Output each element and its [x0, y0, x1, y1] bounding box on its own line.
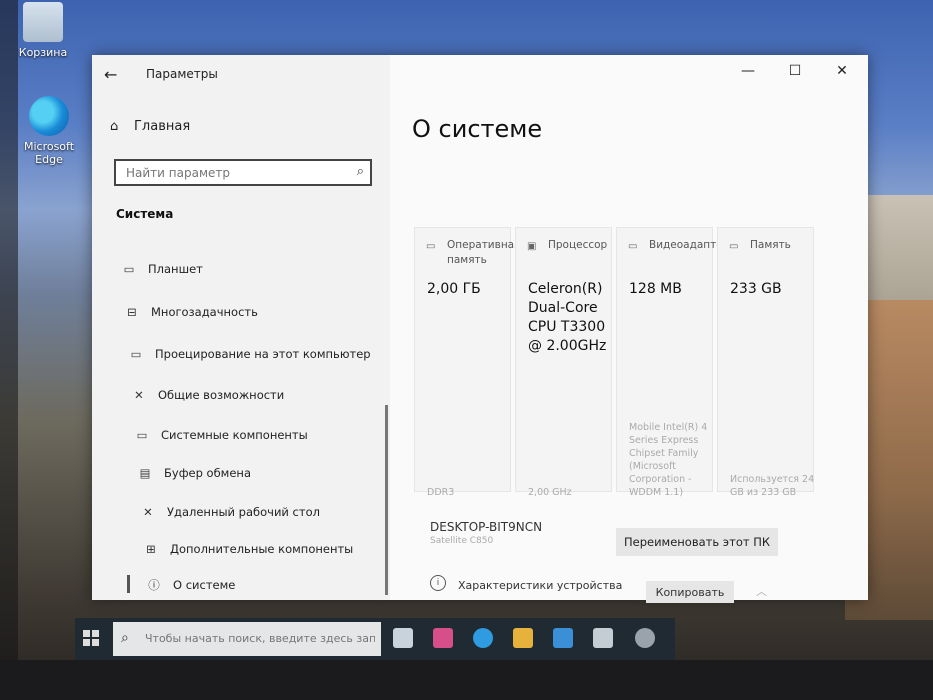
search-icon[interactable]: ⌕	[357, 164, 364, 179]
settings-gear-icon[interactable]	[635, 628, 655, 648]
home-icon: ⌂	[110, 119, 119, 134]
storage-icon: ▭	[729, 241, 739, 252]
card-title-wrap: ▭ Память	[729, 238, 812, 253]
info-icon: i	[430, 575, 446, 591]
sidebar-item-label: Многозадачность	[151, 305, 258, 319]
screen-bezel-bottom	[0, 660, 933, 700]
sidebar-item-projecting[interactable]: ▭ Проецирование на этот компьютер	[127, 347, 371, 361]
settings-search: ⌕	[114, 159, 372, 186]
clipboard-icon: ▤	[139, 466, 151, 480]
page-title: О системе	[412, 115, 543, 143]
card-title-wrap: ▣ Процессор	[527, 238, 610, 253]
device-specs-label: Характеристики устройства	[458, 579, 623, 592]
back-button[interactable]: ←	[104, 65, 117, 84]
sidebar-item-shared-experiences[interactable]: ✕ Общие возможности	[130, 388, 284, 402]
projecting-icon: ▭	[130, 347, 142, 361]
remote-desktop-icon: ✕	[143, 505, 153, 519]
card-value: 233 GB	[730, 281, 782, 297]
sidebar-item-label: Удаленный рабочий стол	[167, 505, 320, 519]
rename-pc-button[interactable]: Переименовать этот ПК	[616, 528, 778, 556]
card-title: Процессор	[548, 239, 608, 251]
card-value: 2,00 ГБ	[427, 281, 481, 297]
sidebar-item-remote-desktop[interactable]: ✕ Удаленный рабочий стол	[139, 505, 320, 519]
home-label: Главная	[134, 119, 191, 134]
spec-card-cpu: ▣ Процессор Celeron(R) Dual-Core CPU T330…	[515, 227, 612, 498]
sidebar-item-label: Проецирование на этот компьютер	[155, 347, 371, 361]
sidebar-item-label: О системе	[173, 578, 236, 592]
arrow-left-icon: ←	[104, 65, 118, 84]
card-title: Память	[750, 239, 791, 251]
search-input[interactable]	[124, 165, 348, 181]
card-note: Используется 24 GB из 233 GB	[730, 474, 815, 498]
minimize-button[interactable]: —	[733, 63, 763, 79]
store-icon[interactable]	[553, 628, 573, 648]
sidebar-item-tablet[interactable]: ▭ Планшет	[120, 262, 203, 276]
sidebar-item-label: Планшет	[148, 262, 203, 276]
spec-card-gpu: ▭ Видеоадаптер 128 MB Mobile Intel(R) 4 S…	[616, 227, 730, 498]
card-title: Оперативная память	[447, 239, 521, 266]
device-name: DESKTOP-BIT9NCN	[430, 520, 543, 534]
main-panel: — ☐ ✕ О системе ▭ Оперативная память 2,00…	[390, 55, 868, 603]
card-value: 128 MB	[629, 281, 682, 297]
edge-icon[interactable]	[473, 628, 493, 648]
settings-window: ← Параметры ⌂Главная ⌕ Система ▭Планшет …	[92, 55, 868, 603]
file-explorer-icon[interactable]	[513, 628, 533, 648]
spec-card-storage: ▭ Память 233 GB Используется 24 GB из 233…	[717, 227, 814, 498]
tablet-icon: ▭	[123, 262, 135, 276]
ram-icon: ▭	[426, 241, 436, 252]
card-title-wrap: ▭ Оперативная память	[426, 238, 521, 268]
sidebar-item-multitasking[interactable]: ⊟ Многозадачность	[123, 305, 258, 319]
maximize-button[interactable]: ☐	[780, 63, 810, 79]
sidebar: ← Параметры ⌂Главная ⌕ Система ▭Планшет …	[92, 55, 390, 600]
desktop-icon-label: Microsoft Edge	[23, 140, 75, 166]
recycle-bin-icon	[23, 2, 63, 42]
search-icon: ⌕	[121, 630, 129, 646]
card-value: Celeron(R) Dual-Core CPU T3300 @ 2.00GHz	[528, 281, 607, 354]
chevron-up-icon[interactable]: ︿	[756, 583, 767, 599]
gpu-icon: ▭	[628, 241, 638, 252]
info-icon: ⓘ	[148, 578, 160, 592]
sidebar-home[interactable]: ⌂ Главная	[110, 119, 190, 134]
cpu-icon: ▣	[527, 241, 537, 252]
widgets-icon[interactable]	[433, 628, 453, 648]
card-title-wrap: ▭ Видеоадаптер	[628, 238, 730, 253]
taskbar-search: ⌕	[113, 622, 381, 656]
desktop-icon-label: Корзина	[18, 46, 68, 59]
task-view-icon[interactable]	[393, 628, 413, 648]
card-note: Mobile Intel(R) 4 Series Express Chipset…	[629, 422, 708, 498]
edge-icon	[29, 96, 69, 136]
taskbar: ⌕	[75, 618, 675, 660]
card-note: 2,00 GHz	[528, 487, 572, 498]
taskbar-search-input[interactable]	[143, 631, 377, 646]
sidebar-item-label: Общие возможности	[158, 388, 285, 402]
sidebar-item-clipboard[interactable]: ▤ Буфер обмена	[136, 466, 251, 480]
mail-icon[interactable]	[593, 628, 613, 648]
multitasking-icon: ⊟	[127, 305, 137, 319]
sidebar-item-about[interactable]: ⓘ О системе	[126, 575, 236, 593]
app-title: Параметры	[146, 67, 218, 81]
desktop-icon-recycle-bin[interactable]: Корзина	[8, 2, 78, 59]
section-title: Система	[116, 207, 174, 221]
sidebar-item-optional-features[interactable]: ⊞ Дополнительные компоненты	[142, 542, 353, 556]
copy-button[interactable]: Копировать	[646, 581, 734, 603]
shared-experiences-icon: ✕	[134, 388, 144, 402]
desktop-icon-edge[interactable]: Microsoft Edge	[14, 96, 84, 166]
sidebar-scrollbar[interactable]	[385, 405, 388, 595]
sidebar-item-label: Буфер обмена	[164, 466, 252, 480]
sidebar-item-label: Системные компоненты	[161, 428, 308, 442]
card-title: Видеоадаптер	[649, 239, 730, 251]
start-button[interactable]	[83, 630, 99, 646]
card-note: DDR3	[427, 487, 455, 498]
close-button[interactable]: ✕	[827, 63, 857, 79]
spec-card-ram: ▭ Оперативная память 2,00 ГБ DDR3	[414, 227, 521, 498]
system-components-icon: ▭	[136, 428, 148, 442]
sidebar-item-label: Дополнительные компоненты	[170, 542, 354, 556]
sidebar-item-system-components[interactable]: ▭ Системные компоненты	[133, 428, 308, 442]
device-model: Satellite C850	[430, 536, 494, 546]
optional-features-icon: ⊞	[146, 542, 156, 556]
